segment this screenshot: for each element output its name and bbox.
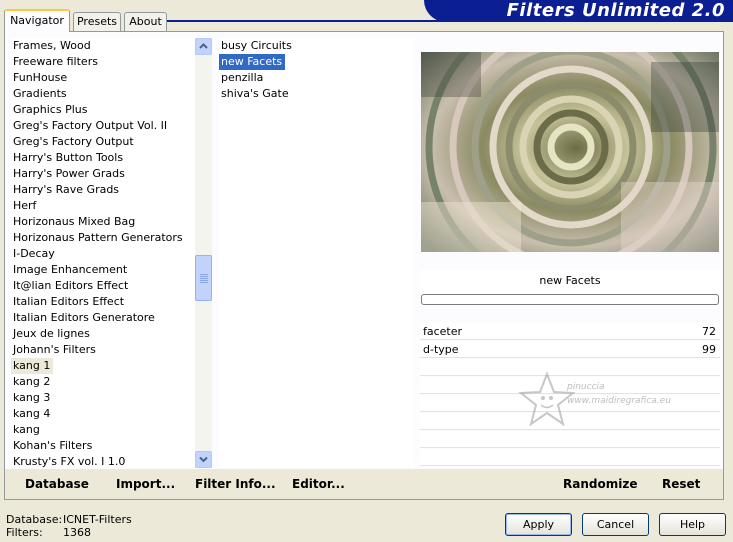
param-row[interactable]: d-type 99: [420, 341, 720, 358]
category-scrollbar[interactable]: [195, 38, 212, 468]
category-item[interactable]: kang 3: [11, 390, 53, 406]
tab-about[interactable]: About: [124, 12, 167, 31]
status-filters: Filters: 1368: [6, 526, 91, 539]
category-item[interactable]: FunHouse: [11, 70, 70, 86]
category-item[interactable]: Kohan's Filters: [11, 438, 95, 454]
progress-bar: [421, 294, 719, 305]
category-item[interactable]: Jeux de lignes: [11, 326, 93, 342]
category-list[interactable]: Frames, Wood Freeware filters FunHouse Grad…: [11, 38, 195, 468]
category-item[interactable]: kang 1: [11, 358, 54, 374]
status-database: Database: ICNET-Filters: [6, 513, 132, 526]
category-item[interactable]: kang: [11, 422, 43, 438]
param-row-empty: [420, 431, 720, 448]
reset-button[interactable]: Reset: [662, 477, 700, 491]
watermark-url: www.maidiregrafica.eu: [567, 396, 671, 406]
param-row-empty: [420, 449, 720, 466]
scroll-thumb[interactable]: [195, 255, 212, 301]
category-item[interactable]: kang 2: [11, 374, 53, 390]
status-filters-value: 1368: [63, 526, 91, 539]
database-button[interactable]: Database: [25, 477, 89, 491]
randomize-button[interactable]: Randomize: [563, 477, 637, 491]
preview-image: [421, 52, 719, 252]
cancel-button[interactable]: Cancel: [582, 513, 649, 536]
import-button[interactable]: Import...: [116, 477, 175, 491]
editor-button[interactable]: Editor...: [292, 477, 345, 491]
watermark: pinuccia www.maidiregrafica.eu: [517, 370, 697, 430]
scroll-up-button[interactable]: [195, 38, 212, 55]
category-item[interactable]: Greg's Factory Output Vol. II: [11, 118, 170, 134]
bottom-toolbar: Database Import... Filter Info... Editor…: [5, 469, 723, 499]
chevron-up-icon: [199, 43, 208, 49]
param-value: 99: [702, 343, 716, 356]
apply-button[interactable]: Apply: [505, 513, 572, 536]
navigator-panel: Frames, Wood Freeware filters FunHouse Grad…: [4, 31, 724, 500]
category-item[interactable]: Harry's Rave Grads: [11, 182, 122, 198]
category-item[interactable]: Frames, Wood: [11, 38, 94, 54]
preview-render: [421, 52, 719, 252]
category-item[interactable]: Horizonaus Mixed Bag: [11, 214, 138, 230]
chevron-down-icon: [199, 456, 208, 463]
category-item[interactable]: Gradients: [11, 86, 70, 102]
param-value: 72: [702, 325, 716, 338]
category-item[interactable]: Freeware filters: [11, 54, 101, 70]
category-item[interactable]: I-Decay: [11, 246, 58, 262]
app-title: Filters Unlimited 2.0: [506, 0, 725, 21]
category-item[interactable]: Italian Editors Generatore: [11, 310, 158, 326]
tab-navigator[interactable]: Navigator: [4, 9, 70, 32]
param-name: faceter: [423, 325, 463, 338]
category-item[interactable]: Krusty's FX vol. I 1.0: [11, 454, 128, 470]
category-item[interactable]: It@lian Editors Effect: [11, 278, 131, 294]
category-item[interactable]: Horizonaus Pattern Generators: [11, 230, 186, 246]
category-item[interactable]: Italian Editors Effect: [11, 294, 127, 310]
filter-item[interactable]: new Facets: [219, 54, 286, 70]
category-item[interactable]: Johann's Filters: [11, 342, 99, 358]
param-name: d-type: [423, 343, 459, 356]
status-filters-label: Filters:: [6, 526, 43, 539]
filter-title-area: new Facets: [420, 270, 720, 294]
watermark-name: pinuccia: [567, 382, 605, 392]
status-database-value: ICNET-Filters: [63, 513, 132, 526]
category-item[interactable]: Herf: [11, 198, 39, 214]
category-item[interactable]: Harry's Button Tools: [11, 150, 126, 166]
filter-item[interactable]: busy Circuits: [219, 38, 295, 54]
help-button[interactable]: Help: [659, 513, 726, 536]
category-item[interactable]: Greg's Factory Output: [11, 134, 137, 150]
status-database-label: Database:: [6, 513, 63, 526]
filter-list[interactable]: busy Circuits new Facets penzilla shiva's G…: [219, 38, 414, 468]
filter-info-button[interactable]: Filter Info...: [195, 477, 276, 491]
app-banner: Filters Unlimited 2.0: [424, 0, 733, 22]
category-item[interactable]: Graphics Plus: [11, 102, 90, 118]
scroll-down-button[interactable]: [195, 451, 212, 468]
category-item[interactable]: kang 4: [11, 406, 53, 422]
param-row[interactable]: faceter 72: [420, 323, 720, 340]
filter-title: new Facets: [539, 274, 601, 287]
tab-navigator-label: Navigator: [10, 14, 64, 27]
category-item[interactable]: Harry's Power Grads: [11, 166, 128, 182]
filter-item[interactable]: penzilla: [219, 70, 266, 86]
filter-item[interactable]: shiva's Gate: [219, 86, 292, 102]
tab-presets[interactable]: Presets: [73, 12, 121, 31]
tab-presets-label: Presets: [76, 15, 118, 28]
tab-about-label: About: [129, 15, 162, 28]
category-item[interactable]: Image Enhancement: [11, 262, 130, 278]
